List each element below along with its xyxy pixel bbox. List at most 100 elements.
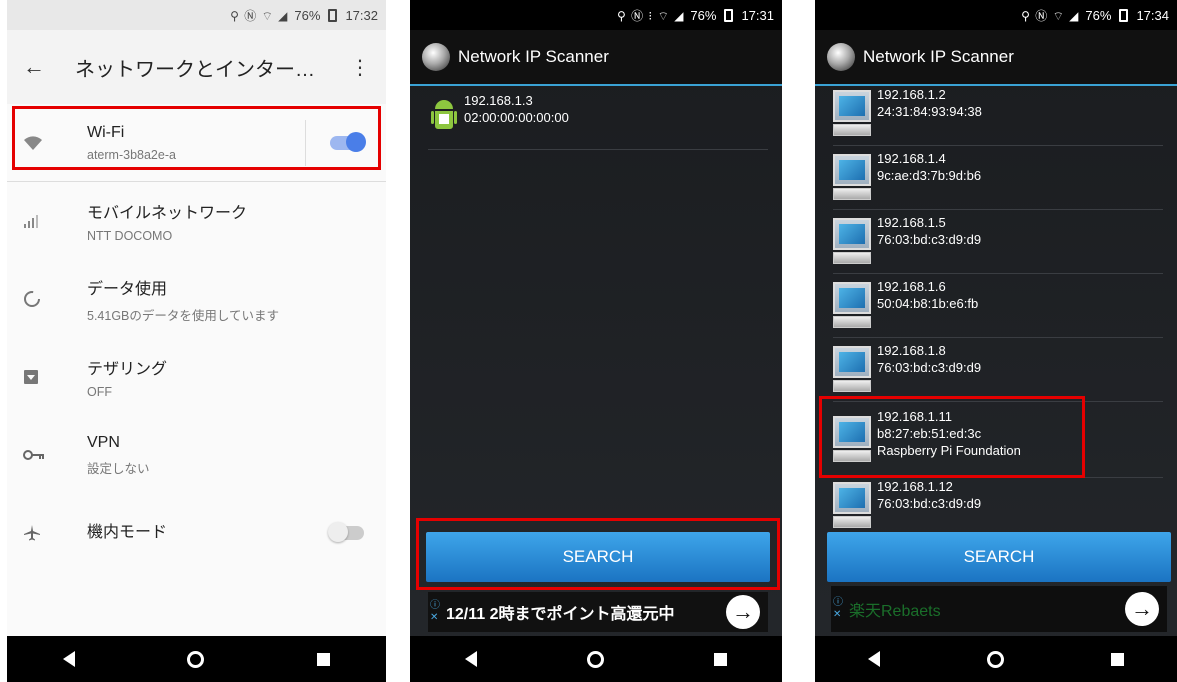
app-logo-icon	[827, 43, 855, 71]
data-usage-icon	[23, 287, 79, 311]
settings-item-vpn[interactable]: VPN 設定しない	[7, 416, 386, 494]
device-list-item[interactable]: 192.168.1.8 76:03:bd:c3:d9:d9	[815, 338, 1177, 402]
device-list-item[interactable]: 192.168.1.12 76:03:bd:c3:d9:d9	[815, 478, 1177, 528]
app-bar: Network IP Scanner	[815, 30, 1177, 86]
app-title: Network IP Scanner	[458, 47, 609, 66]
ad-text: 楽天Rebaets	[849, 603, 941, 620]
vpn-key-icon	[23, 443, 79, 467]
nav-home-icon[interactable]	[187, 650, 205, 668]
computer-icon	[833, 346, 871, 394]
status-icons: ⚲ Ⓝ ⌔ ◢	[230, 8, 289, 23]
device-list-item[interactable]: 192.168.1.4 9c:ae:d3:7b:9d:b6	[815, 146, 1177, 210]
battery-level: 76%	[294, 7, 321, 23]
settings-item-tethering[interactable]: テザリング OFF	[7, 338, 386, 416]
device-mac: 9c:ae:d3:7b:9d:b6	[877, 168, 982, 183]
device-mac: 02:00:00:00:00:00	[464, 110, 569, 125]
airplane-mode-toggle[interactable]	[328, 522, 364, 542]
settings-item-title: 機内モード	[87, 524, 168, 541]
clock: 17:31	[741, 7, 774, 23]
computer-icon	[833, 282, 871, 330]
status-bar: ⚲ Ⓝ ⌔ ◢ 76% 17:34	[815, 0, 1177, 30]
settings-item-subtitle: 設定しない	[87, 461, 150, 476]
signal-icon	[23, 209, 79, 233]
device-ip: 192.168.1.4	[877, 151, 946, 166]
ad-choices-icon[interactable]: ⓘ ✕	[831, 594, 845, 624]
status-icons: ⚲ Ⓝ ⁝ ⌔ ◢	[616, 8, 685, 23]
ad-banner[interactable]: ⓘ ✕ 楽天Rebaets →	[831, 586, 1167, 632]
settings-item-subtitle: OFF	[87, 385, 112, 399]
app-title: Network IP Scanner	[863, 47, 1014, 66]
device-mac: 50:04:b8:1b:e6:fb	[877, 296, 979, 311]
more-vert-icon[interactable]: ⋮	[350, 55, 370, 80]
ad-text: 12/11 2時までポイント高還元中	[446, 606, 675, 623]
clock: 17:34	[1136, 7, 1169, 23]
battery-level: 76%	[690, 7, 717, 23]
nav-recents-icon[interactable]	[1110, 652, 1124, 666]
app-bar: Network IP Scanner	[410, 30, 782, 86]
page-title: ネットワークとインター…	[75, 58, 315, 81]
nav-bar	[410, 636, 782, 682]
highlight-box	[12, 106, 381, 170]
computer-icon	[833, 90, 871, 138]
status-icons: ⚲ Ⓝ ⌔ ◢	[1021, 8, 1080, 23]
arrow-left-icon[interactable]: ←	[23, 54, 75, 80]
device-mac: 76:03:bd:c3:d9:d9	[877, 496, 982, 511]
settings-item-subtitle: 5.41GBのデータを使用しています	[87, 308, 280, 323]
device-ip: 192.168.1.6	[877, 279, 946, 294]
device-list-item[interactable]: 192.168.1.3 02:00:00:00:00:00	[410, 86, 782, 150]
computer-icon	[833, 218, 871, 266]
device-mac: 24:31:84:93:94:38	[877, 104, 982, 119]
computer-icon	[833, 482, 871, 530]
computer-icon	[833, 154, 871, 202]
device-ip: 192.168.1.5	[877, 215, 946, 230]
device-mac: 76:03:bd:c3:d9:d9	[877, 360, 982, 375]
nav-home-icon[interactable]	[986, 650, 1004, 668]
battery-icon	[328, 8, 338, 22]
android-device-icon	[431, 100, 457, 134]
app-logo-icon	[422, 43, 450, 71]
clock: 17:32	[345, 7, 378, 23]
nav-bar	[7, 636, 386, 682]
device-list-item[interactable]: 192.168.1.2 24:31:84:93:94:38	[815, 82, 1177, 146]
nav-recents-icon[interactable]	[714, 652, 727, 666]
device-mac: 76:03:bd:c3:d9:d9	[877, 232, 982, 247]
nav-back-icon[interactable]	[465, 651, 477, 667]
highlight-box	[819, 396, 1085, 478]
nav-home-icon[interactable]	[587, 650, 604, 668]
device-ip: 192.168.1.12	[877, 479, 953, 494]
arrow-right-icon[interactable]: →	[1125, 592, 1159, 626]
settings-phone: ⚲ Ⓝ ⌔ ◢ 76% 17:32 ← ネットワークとインター… ⋮ Wi-Fi…	[7, 0, 386, 682]
arrow-right-icon[interactable]: →	[726, 595, 760, 629]
device-ip: 192.168.1.3	[464, 93, 533, 108]
nav-bar	[815, 636, 1177, 682]
settings-item-mobile-network[interactable]: モバイルネットワーク NTT DOCOMO	[7, 182, 386, 260]
status-bar: ⚲ Ⓝ ⌔ ◢ 76% 17:32	[7, 0, 386, 30]
status-bar: ⚲ Ⓝ ⁝ ⌔ ◢ 76% 17:31	[410, 0, 782, 30]
settings-item-airplane-mode[interactable]: 機内モード	[7, 494, 386, 572]
ad-banner[interactable]: ⓘ ✕ 12/11 2時までポイント高還元中 →	[428, 592, 768, 632]
highlight-box	[416, 518, 780, 590]
scanner-phone-initial: ⚲ Ⓝ ⁝ ⌔ ◢ 76% 17:31 Network IP Scanner 1…	[410, 0, 782, 682]
device-list-item[interactable]: 192.168.1.6 50:04:b8:1b:e6:fb	[815, 274, 1177, 338]
nav-recents-icon[interactable]	[316, 652, 330, 666]
device-ip: 192.168.1.8	[877, 343, 946, 358]
settings-item-title: モバイルネットワーク	[87, 205, 248, 222]
battery-icon	[724, 8, 734, 22]
search-button[interactable]: SEARCH	[827, 532, 1171, 582]
settings-item-title: データ使用	[87, 280, 168, 298]
battery-icon	[1119, 8, 1129, 22]
airplane-icon	[23, 521, 79, 545]
settings-item-data-usage[interactable]: データ使用 5.41GBのデータを使用しています	[7, 260, 386, 338]
app-bar: ← ネットワークとインター… ⋮	[7, 30, 386, 104]
scanner-phone-results: ⚲ Ⓝ ⌔ ◢ 76% 17:34 Network IP Scanner 192…	[815, 0, 1177, 682]
nav-back-icon[interactable]	[63, 651, 76, 667]
device-ip: 192.168.1.2	[877, 87, 946, 102]
tethering-icon	[23, 365, 79, 389]
device-list-item[interactable]: 192.168.1.5 76:03:bd:c3:d9:d9	[815, 210, 1177, 274]
nav-back-icon[interactable]	[868, 651, 881, 667]
settings-item-subtitle: NTT DOCOMO	[87, 229, 173, 243]
ad-choices-icon[interactable]: ⓘ ✕	[428, 597, 442, 627]
battery-level: 76%	[1085, 7, 1112, 23]
settings-item-title: テザリング	[87, 361, 168, 378]
settings-item-title: VPN	[87, 433, 120, 451]
